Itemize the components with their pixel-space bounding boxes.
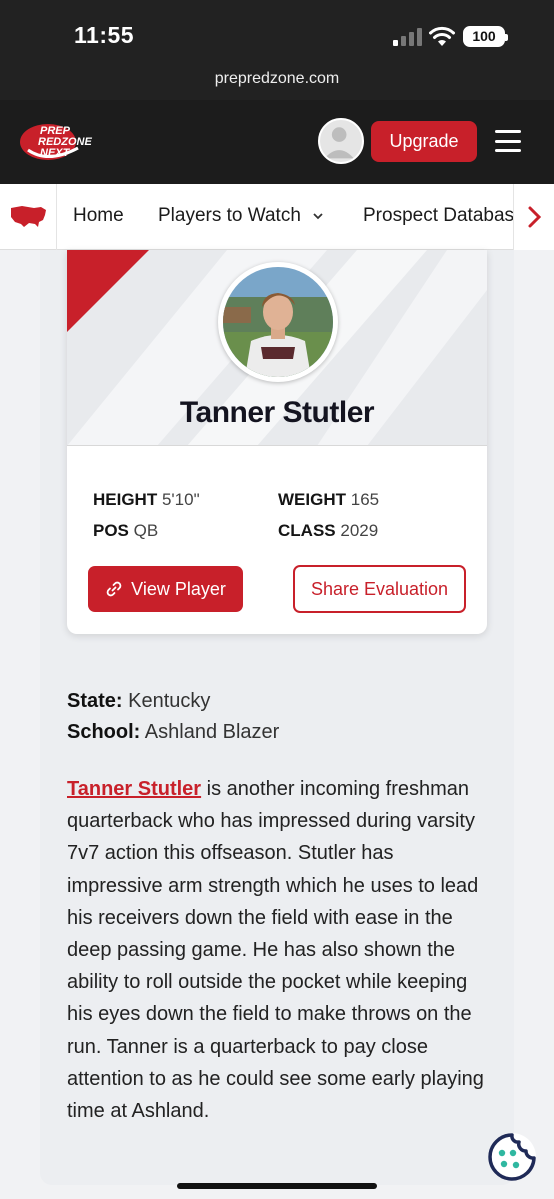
wifi-icon	[429, 26, 455, 46]
bio-text: is another incoming freshman quarterback…	[67, 778, 484, 1123]
view-player-label: View Player	[131, 578, 226, 599]
address-bar[interactable]: prepredzone.com	[0, 62, 554, 100]
user-silhouette-icon	[324, 127, 354, 159]
player-card: Tanner Stutler HEIGHT 5'10" WEIGHT 165 P…	[67, 250, 487, 634]
stat-height-value: 5'10"	[161, 490, 200, 509]
home-indicator	[177, 1183, 377, 1189]
user-avatar[interactable]	[318, 118, 364, 164]
stat-pos: POS QB	[93, 521, 158, 541]
school-line: School: Ashland Blazer	[67, 721, 279, 744]
nav-item-label: Players to Watch	[158, 205, 301, 226]
nav-item-clip: Prospect Database	[363, 184, 513, 250]
status-time: 11:55	[74, 22, 135, 48]
stat-weight: WEIGHT 165	[278, 490, 379, 510]
player-card-header: Tanner Stutler	[67, 250, 487, 446]
share-evaluation-button[interactable]: Share Evaluation	[293, 565, 466, 613]
nav-item-home[interactable]: Home	[73, 205, 124, 227]
player-bio: Tanner Stutler is another incoming fresh…	[67, 773, 492, 1127]
hamburger-menu-icon[interactable]	[495, 130, 521, 152]
link-icon	[106, 581, 122, 597]
stat-pos-label: POS	[93, 521, 129, 540]
main-nav: Home Players to Watch Prospect Database	[0, 184, 554, 250]
player-photo[interactable]	[218, 262, 338, 382]
school-label: School:	[67, 721, 141, 743]
stat-weight-label: WEIGHT	[278, 490, 346, 509]
upgrade-button[interactable]: Upgrade	[371, 121, 477, 162]
stat-pos-value: QB	[133, 521, 159, 540]
stat-class-value: 2029	[340, 521, 379, 540]
player-photo-image	[223, 267, 333, 377]
prep-redzone-next-logo[interactable]: PREP REDZONE NEXT	[18, 120, 104, 164]
chevron-right-icon	[528, 206, 542, 228]
view-player-button[interactable]: View Player	[88, 566, 243, 612]
nav-scroll-right-button[interactable]	[513, 184, 554, 250]
state-line: State: Kentucky	[67, 690, 210, 713]
nav-item-players-to-watch[interactable]: Players to Watch	[158, 205, 324, 227]
state-label: State:	[67, 690, 123, 712]
stat-height-label: HEIGHT	[93, 490, 158, 509]
battery-indicator: 100	[463, 26, 508, 47]
stat-weight-value: 165	[350, 490, 380, 509]
state-value: Kentucky	[128, 690, 211, 712]
cookie-icon[interactable]	[486, 1131, 538, 1183]
cellular-signal-icon	[393, 28, 422, 46]
nav-divider	[56, 184, 57, 250]
player-name: Tanner Stutler	[179, 396, 375, 429]
status-bar: 11:55 100	[0, 0, 554, 62]
chevron-down-icon	[313, 213, 323, 220]
player-name-link[interactable]: Tanner Stutler	[67, 778, 201, 800]
stat-class-label: CLASS	[278, 521, 336, 540]
school-value: Ashland Blazer	[144, 721, 280, 743]
usa-map-icon[interactable]	[8, 202, 50, 232]
stat-class: CLASS 2029	[278, 521, 378, 541]
logo-text-next: NEXT	[40, 147, 71, 159]
nav-item-prospect-database[interactable]: Prospect Database	[363, 205, 513, 227]
stat-height: HEIGHT 5'10"	[93, 490, 200, 510]
